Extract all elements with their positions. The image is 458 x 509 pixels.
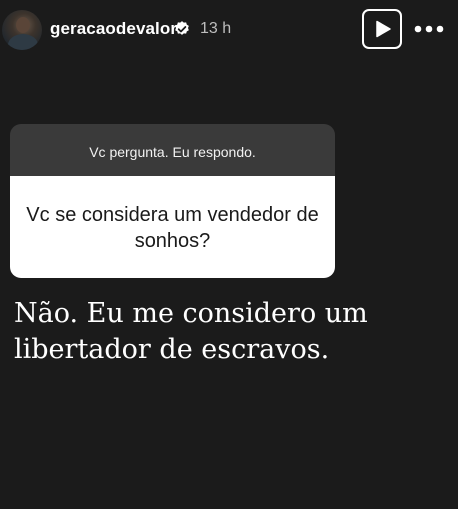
verified-badge-icon — [175, 21, 189, 35]
avatar-shoulders — [8, 34, 38, 50]
question-sticker[interactable]: Vc pergunta. Eu respondo. Vc se consider… — [10, 124, 335, 278]
answer-line-2: libertador de escravos. — [14, 334, 330, 365]
answer-text: Não. Eu me considero um libertador de es… — [14, 296, 444, 368]
answer-line-1: Não. Eu me considero um — [14, 298, 368, 329]
username[interactable]: geracaodevalor — [50, 19, 177, 39]
play-icon — [376, 20, 391, 38]
sticker-header: Vc pergunta. Eu respondo. — [10, 124, 335, 176]
more-horizontal-icon[interactable] — [412, 16, 446, 42]
play-button[interactable] — [362, 9, 402, 49]
sticker-body: Vc se considera um vendedor de sonhos? — [10, 176, 335, 278]
avatar[interactable] — [2, 10, 42, 50]
post-time: 13 h — [200, 20, 232, 37]
avatar-head — [16, 17, 30, 33]
story-header: geracaodevalor 13 h — [0, 0, 458, 60]
sticker-question: Vc se considera um vendedor de sonhos? — [26, 204, 319, 252]
sticker-title: Vc pergunta. Eu respondo. — [89, 144, 256, 160]
